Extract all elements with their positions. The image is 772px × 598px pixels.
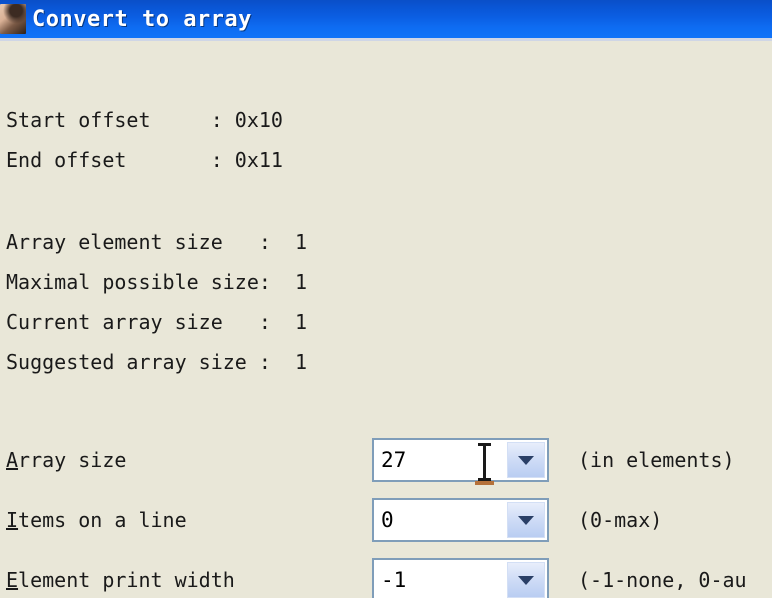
label-element-print-width-accel: E bbox=[6, 568, 19, 592]
info-row-start-offset: Start offset : 0x10 bbox=[6, 108, 283, 132]
offsets-info-block: Start offset : 0x10 End offset : 0x11 bbox=[6, 100, 283, 180]
text-cursor-foot bbox=[475, 481, 494, 485]
hint-items-on-a-line: (0-max) bbox=[578, 508, 663, 532]
info-row-array-element-size: Array element size : 1 bbox=[6, 230, 308, 254]
items-on-a-line-dropdown-button[interactable] bbox=[507, 502, 545, 538]
array-size-value[interactable]: 27 bbox=[381, 440, 406, 480]
field-row-items-on-a-line: Items on a line 0 (0-max) bbox=[0, 495, 772, 545]
items-on-a-line-value[interactable]: 0 bbox=[381, 500, 394, 540]
info-row-end-offset: End offset : 0x11 bbox=[6, 148, 283, 172]
titlebar-separator bbox=[0, 38, 772, 41]
field-row-element-print-width: Element print width -1 (-1-none, 0-au bbox=[0, 555, 772, 598]
info-row-suggested-array-size: Suggested array size : 1 bbox=[6, 350, 308, 374]
app-icon bbox=[0, 4, 26, 34]
hint-element-print-width: (-1-none, 0-au bbox=[578, 568, 747, 592]
title-bar[interactable]: Convert to array bbox=[0, 0, 772, 38]
label-element-print-width-rest: lement print width bbox=[18, 568, 235, 592]
label-element-print-width: Element print width bbox=[6, 555, 235, 598]
label-array-size-accel: A bbox=[6, 448, 19, 472]
element-print-width-combo[interactable]: -1 bbox=[372, 558, 549, 598]
items-on-a-line-combo[interactable]: 0 bbox=[372, 498, 549, 542]
chevron-down-icon bbox=[518, 575, 534, 585]
chevron-down-icon bbox=[518, 515, 534, 525]
array-size-combo[interactable]: 27 bbox=[372, 438, 549, 485]
element-print-width-dropdown-button[interactable] bbox=[507, 562, 545, 598]
field-row-array-size: Array size 27 (in elements) bbox=[0, 435, 772, 485]
array-size-dropdown-button[interactable] bbox=[507, 442, 545, 478]
label-array-size: Array size bbox=[6, 435, 126, 485]
sizes-info-block: Array element size : 1 Maximal possible … bbox=[6, 222, 307, 382]
window-title: Convert to array bbox=[32, 6, 252, 32]
text-cursor-icon bbox=[478, 443, 491, 481]
label-array-size-rest: rray size bbox=[18, 448, 127, 472]
element-print-width-value[interactable]: -1 bbox=[381, 560, 406, 598]
info-row-current-array-size: Current array size : 1 bbox=[6, 310, 308, 334]
convert-to-array-dialog: Convert to array Start offset : 0x10 End… bbox=[0, 0, 772, 598]
label-items-on-a-line-rest: tems on a line bbox=[18, 508, 187, 532]
hint-array-size: (in elements) bbox=[578, 448, 735, 472]
chevron-down-icon bbox=[518, 455, 534, 465]
label-items-on-a-line-accel: I bbox=[6, 508, 19, 532]
label-items-on-a-line: Items on a line bbox=[6, 495, 187, 545]
info-row-maximal-possible-size: Maximal possible size: 1 bbox=[6, 270, 308, 294]
app-icon-glyph bbox=[0, 4, 26, 34]
